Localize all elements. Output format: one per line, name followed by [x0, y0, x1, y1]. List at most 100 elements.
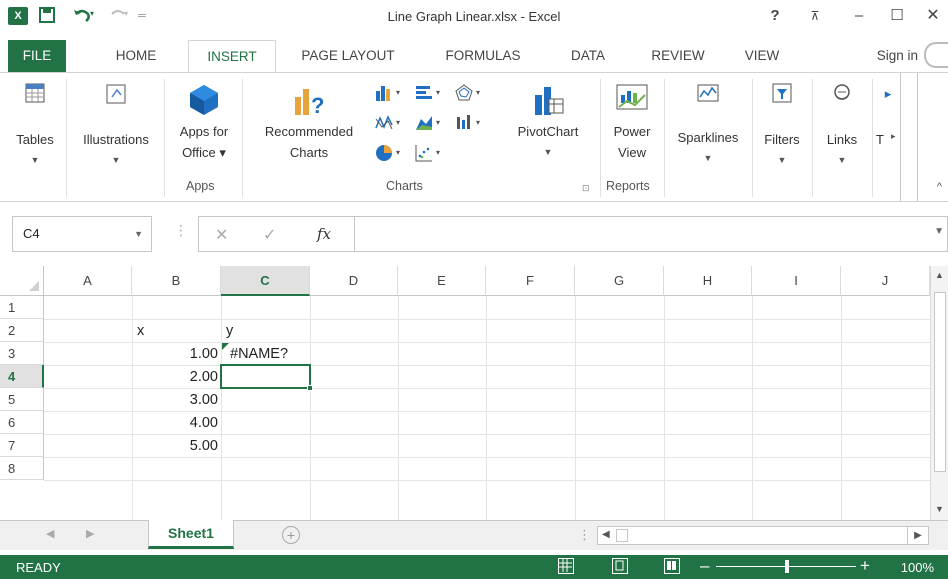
table-icon: [25, 83, 45, 103]
row-header-1[interactable]: 1: [0, 296, 44, 319]
power-view-button[interactable]: Power View: [604, 83, 660, 163]
scatter-chart-icon[interactable]: ▾: [414, 143, 448, 163]
row-header-3[interactable]: 3: [0, 342, 44, 365]
bar-chart-icon[interactable]: ▾: [414, 83, 448, 103]
row-header-5[interactable]: 5: [0, 388, 44, 411]
tab-page-layout[interactable]: PAGE LAYOUT: [286, 40, 410, 72]
row-header-7[interactable]: 7: [0, 434, 44, 457]
zoom-slider-thumb[interactable]: [785, 560, 789, 573]
column-chart-icon[interactable]: ▾: [374, 83, 408, 103]
chevron-down-icon: ▼: [777, 155, 787, 165]
cell-b2[interactable]: x: [137, 320, 217, 343]
error-indicator-icon[interactable]: [222, 343, 229, 350]
cell-c3[interactable]: #NAME?: [230, 343, 310, 366]
column-header-h[interactable]: H: [664, 266, 752, 296]
apps-for-office-button[interactable]: Apps for Office ▾: [168, 83, 240, 163]
minimize-button[interactable]: –: [848, 5, 870, 27]
previous-sheet-icon[interactable]: ◀: [46, 527, 54, 540]
avatar[interactable]: [924, 42, 948, 68]
tab-formulas[interactable]: FORMULAS: [430, 40, 536, 72]
dialog-launcher-icon[interactable]: ⊡: [582, 183, 590, 194]
sheet-tab-sheet1[interactable]: Sheet1: [148, 520, 234, 549]
tab-view[interactable]: VIEW: [734, 40, 790, 72]
fill-handle[interactable]: [307, 385, 313, 391]
column-header-j[interactable]: J: [841, 266, 930, 296]
vertical-scroll-thumb[interactable]: [934, 292, 946, 472]
close-button[interactable]: ✕: [922, 5, 944, 27]
sign-in-link[interactable]: Sign in: [877, 40, 918, 72]
tables-button[interactable]: Tables ▼: [10, 83, 60, 171]
help-button[interactable]: ?: [764, 5, 786, 27]
radar-chart-icon[interactable]: ▾: [454, 83, 488, 103]
column-header-e[interactable]: E: [398, 266, 486, 296]
scroll-down-icon[interactable]: ▼: [935, 504, 944, 514]
horizontal-scrollbar[interactable]: ◀: [597, 526, 919, 545]
ribbon-display-options-button[interactable]: ⊼: [804, 5, 826, 27]
scroll-left-icon[interactable]: ◀: [602, 529, 610, 540]
column-header-g[interactable]: G: [575, 266, 664, 296]
column-header-a[interactable]: A: [44, 266, 132, 296]
column-header-b[interactable]: B: [132, 266, 221, 296]
tab-review[interactable]: REVIEW: [640, 40, 716, 72]
cell-b3[interactable]: 1.00: [133, 343, 218, 366]
chevron-down-icon[interactable]: ▼: [134, 217, 143, 251]
pie-chart-icon[interactable]: ▾: [374, 143, 408, 163]
tab-insert[interactable]: INSERT: [188, 40, 276, 73]
filters-button[interactable]: Filters ▼: [756, 83, 808, 171]
zoom-in-button[interactable]: +: [860, 556, 870, 576]
area-chart-icon[interactable]: ▾: [414, 113, 448, 133]
tab-data[interactable]: DATA: [556, 40, 620, 72]
status-ready: READY: [16, 560, 61, 575]
name-box[interactable]: C4 ▼: [12, 216, 152, 252]
cell-c2[interactable]: y: [226, 320, 306, 343]
formula-input[interactable]: [354, 216, 948, 252]
cell-b5[interactable]: 3.00: [133, 389, 218, 412]
active-cell-c4[interactable]: [220, 364, 311, 389]
ribbon-scroll-right[interactable]: ▸: [891, 73, 918, 201]
zoom-level[interactable]: 100%: [901, 560, 934, 575]
pivotchart-button[interactable]: PivotChart ▼: [506, 83, 590, 163]
page-layout-view-icon[interactable]: [612, 558, 628, 574]
select-all-button[interactable]: [0, 266, 44, 296]
line-chart-icon[interactable]: ▾: [374, 113, 408, 133]
tab-file[interactable]: FILE: [8, 40, 66, 72]
new-sheet-button[interactable]: +: [282, 526, 300, 544]
enter-entry-button[interactable]: ✓: [263, 225, 276, 245]
expand-formula-bar-icon[interactable]: ▼: [934, 226, 944, 237]
stock-chart-icon[interactable]: ▾: [454, 113, 488, 133]
illustrations-button[interactable]: Illustrations ▼: [70, 83, 162, 171]
recommended-charts-label-2: Charts: [289, 145, 329, 160]
scroll-up-icon[interactable]: ▲: [935, 270, 944, 280]
row-header-6[interactable]: 6: [0, 411, 44, 434]
tab-home[interactable]: HOME: [100, 40, 172, 72]
row-header-8[interactable]: 8: [0, 457, 44, 480]
maximize-button[interactable]: ☐: [886, 5, 908, 27]
row-header-4[interactable]: 4: [0, 365, 44, 388]
column-header-c[interactable]: C: [221, 266, 310, 296]
insert-function-button[interactable]: fx: [317, 225, 331, 243]
column-header-d[interactable]: D: [310, 266, 398, 296]
cancel-entry-button[interactable]: ✕: [215, 225, 228, 245]
page-break-preview-icon[interactable]: [664, 558, 680, 574]
cell-b4[interactable]: 2.00: [133, 366, 218, 389]
chevron-down-icon: ▼: [543, 147, 553, 157]
normal-view-icon[interactable]: [558, 558, 574, 574]
recommended-charts-button[interactable]: ? Recommended Charts: [248, 83, 370, 163]
horizontal-scroll-thumb[interactable]: [616, 529, 628, 542]
collapse-ribbon-icon[interactable]: ^: [937, 181, 942, 193]
tab-split-handle[interactable]: ⋮: [578, 527, 591, 543]
text-button[interactable]: ▸ T: [876, 83, 900, 150]
zoom-out-button[interactable]: –: [700, 556, 709, 576]
cell-b7[interactable]: 5.00: [133, 435, 218, 458]
next-sheet-icon[interactable]: ▶: [86, 527, 94, 540]
scroll-right-icon[interactable]: ▶: [907, 526, 929, 545]
vertical-scrollbar[interactable]: ▲ ▼: [930, 266, 948, 520]
column-header-f[interactable]: F: [486, 266, 575, 296]
formula-bar-resize-handle[interactable]: ⋮: [174, 222, 188, 239]
cell-b6[interactable]: 4.00: [133, 412, 218, 435]
recommended-charts-icon: ?: [295, 89, 324, 117]
column-header-i[interactable]: I: [752, 266, 841, 296]
row-header-2[interactable]: 2: [0, 319, 44, 342]
sparklines-button[interactable]: Sparklines ▼: [668, 83, 748, 169]
links-button[interactable]: Links ▼: [816, 83, 868, 171]
